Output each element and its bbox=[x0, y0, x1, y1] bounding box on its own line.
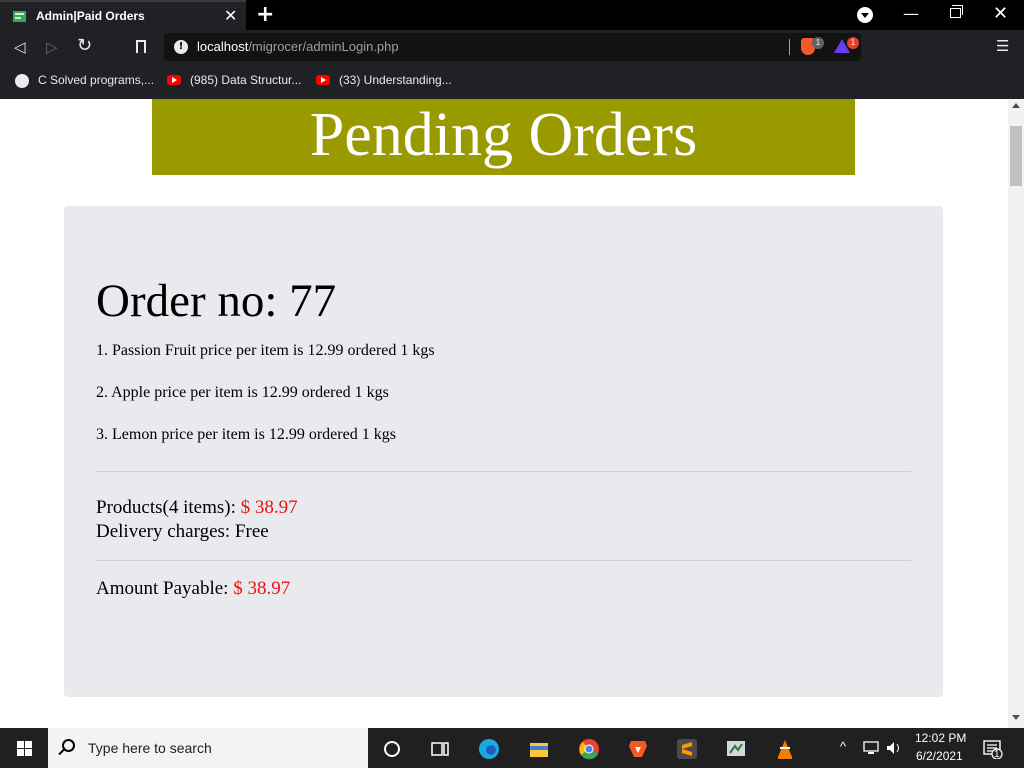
reload-icon[interactable]: ↻ bbox=[77, 35, 92, 56]
brave-browser-icon[interactable] bbox=[627, 738, 649, 760]
start-button[interactable] bbox=[0, 728, 48, 768]
cortana-icon[interactable] bbox=[381, 738, 403, 760]
back-icon[interactable]: ◁ bbox=[14, 38, 26, 56]
file-explorer-icon[interactable] bbox=[528, 738, 550, 760]
chrome-icon[interactable] bbox=[578, 738, 600, 760]
payable-label: Amount Payable: bbox=[96, 578, 234, 599]
new-tab-button[interactable]: + bbox=[256, 2, 274, 27]
payable-value: $ 38.97 bbox=[233, 578, 291, 599]
notification-icon[interactable] bbox=[983, 739, 1003, 759]
bookmark-icon[interactable] bbox=[136, 40, 146, 53]
divider bbox=[96, 471, 911, 472]
bookmark-data-structures[interactable]: (985) Data Structur... bbox=[190, 73, 301, 87]
taskbar: Type here to search ^ 12:02 PM 6/2/2021 … bbox=[0, 728, 1024, 768]
page-banner: Pending Orders bbox=[152, 99, 855, 175]
toolbar: ◁ ▷ ↻ ! localhost/migrocer/adminLogin.ph… bbox=[0, 30, 1024, 66]
tray-chevron-icon[interactable]: ^ bbox=[840, 739, 846, 754]
taskbar-search[interactable]: Type here to search bbox=[48, 728, 368, 768]
restore-icon[interactable] bbox=[950, 5, 963, 18]
order-item: 3. Lemon price per item is 12.99 ordered… bbox=[96, 426, 396, 443]
products-total: Products(4 items): $ 38.97 bbox=[96, 497, 298, 519]
tab-close-icon[interactable]: ✕ bbox=[224, 6, 237, 25]
page-content: Pending Orders Order no: 77 1. Passion F… bbox=[0, 99, 1008, 728]
menu-icon[interactable]: ☰ bbox=[996, 37, 1009, 55]
search-input[interactable]: Type here to search bbox=[88, 740, 212, 756]
scroll-up-icon[interactable] bbox=[1012, 103, 1020, 108]
forward-icon[interactable]: ▷ bbox=[46, 38, 58, 56]
browser-chrome: Admin|Paid Orders ✕ + — ✕ ◁ ▷ ↻ ! localh… bbox=[0, 0, 1024, 99]
search-icon bbox=[62, 739, 75, 752]
minimize-icon[interactable]: — bbox=[903, 4, 919, 23]
url-host: localhost bbox=[197, 39, 249, 54]
network-icon[interactable] bbox=[862, 740, 880, 756]
edge-icon[interactable] bbox=[478, 738, 500, 760]
products-value: $ 38.97 bbox=[240, 497, 298, 518]
bookmarks-bar: C Solved programs,... (985) Data Structu… bbox=[0, 66, 1024, 99]
bookmark-understanding[interactable]: (33) Understanding... bbox=[339, 73, 452, 87]
window-close-icon[interactable]: ✕ bbox=[993, 3, 1008, 24]
url-path: /migrocer/adminLogin.php bbox=[248, 39, 399, 54]
tab-search-icon[interactable] bbox=[857, 7, 873, 23]
tab-admin-paid-orders[interactable]: Admin|Paid Orders ✕ bbox=[0, 0, 246, 30]
windows-logo-icon bbox=[17, 741, 24, 748]
vertical-scrollbar[interactable] bbox=[1008, 99, 1024, 728]
amount-payable: Amount Payable: $ 38.97 bbox=[96, 578, 290, 600]
order-item: 1. Passion Fruit price per item is 12.99… bbox=[96, 342, 435, 359]
snipping-tool-icon[interactable] bbox=[725, 738, 747, 760]
url-divider bbox=[789, 39, 790, 55]
scroll-thumb[interactable] bbox=[1010, 126, 1022, 186]
address-bar[interactable]: ! localhost/migrocer/adminLogin.php 1 1 bbox=[164, 33, 861, 61]
url-text: localhost/migrocer/adminLogin.php bbox=[197, 39, 399, 54]
order-card: Order no: 77 1. Passion Fruit price per … bbox=[64, 206, 943, 697]
rewards-badge: 1 bbox=[847, 37, 859, 49]
bookmark-c-solved[interactable]: C Solved programs,... bbox=[38, 73, 154, 87]
clock-date[interactable]: 6/2/2021 bbox=[916, 749, 963, 763]
youtube-icon bbox=[167, 75, 181, 85]
order-number: Order no: 77 bbox=[96, 275, 337, 327]
windows-logo-icon bbox=[25, 741, 32, 748]
volume-icon[interactable] bbox=[885, 740, 903, 756]
youtube-icon bbox=[316, 75, 330, 85]
scroll-down-icon[interactable] bbox=[1012, 715, 1020, 720]
sublime-text-icon[interactable] bbox=[676, 738, 698, 760]
products-label: Products(4 items): bbox=[96, 497, 241, 518]
order-item: 2. Apple price per item is 12.99 ordered… bbox=[96, 384, 389, 401]
windows-logo-icon bbox=[17, 749, 24, 756]
shield-badge: 1 bbox=[812, 37, 824, 49]
site-info-icon[interactable]: ! bbox=[174, 40, 188, 54]
tab-strip: Admin|Paid Orders ✕ + — ✕ bbox=[0, 0, 1024, 30]
windows-logo-icon bbox=[25, 749, 32, 756]
page-title: Pending Orders bbox=[309, 101, 698, 169]
delivery-charges: Delivery charges: Free bbox=[96, 521, 269, 542]
clock-time[interactable]: 12:02 PM bbox=[915, 731, 966, 745]
globe-icon bbox=[15, 74, 29, 88]
favicon-icon bbox=[13, 11, 26, 22]
notification-count: 1 bbox=[994, 749, 1000, 760]
task-view-icon[interactable] bbox=[429, 738, 451, 760]
vlc-icon[interactable] bbox=[774, 738, 796, 760]
divider bbox=[96, 560, 911, 561]
tab-title: Admin|Paid Orders bbox=[36, 9, 145, 23]
